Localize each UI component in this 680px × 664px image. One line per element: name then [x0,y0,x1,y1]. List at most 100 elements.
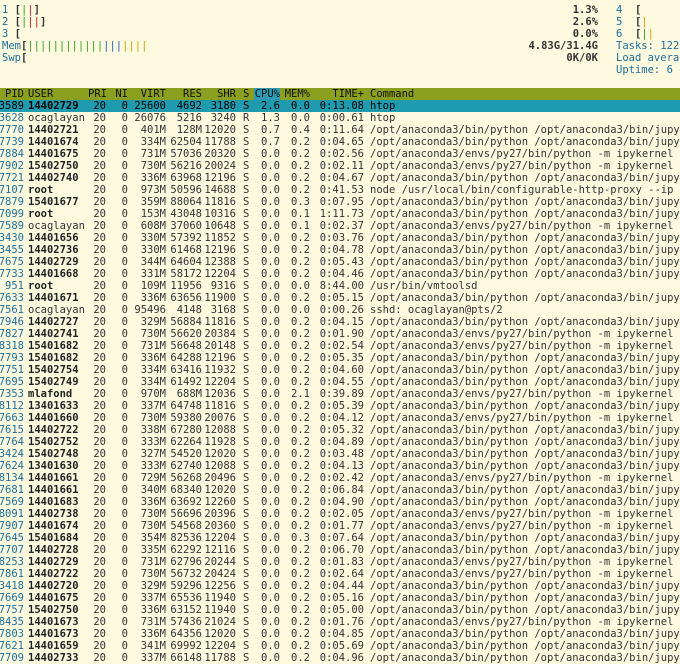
process-ni: 0 [121,268,128,280]
process-time: 0:02.11 [319,160,364,172]
process-row[interactable]: 7793 15401682 20 0 336M 64288 12196 S 0.0 0.2 0:05… [0,352,680,364]
process-row[interactable]: 7663 14401660 20 0 730M 59380 20076 S 0.0 0.2 0:04… [0,412,680,424]
process-s: S [243,256,250,268]
process-pri: 20 [93,124,106,136]
htop-terminal[interactable]: 1 [||] 1.3% 2 [|||] 2.6% 3 [ 0.0% Mem[||… [0,0,680,664]
process-row[interactable]: 3430 14401656 20 0 330M 57392 11852 S 0.0 0.2 0:03… [0,232,680,244]
process-row[interactable]: 7770 14402721 20 0 401M 128M 12020 S 0.7 0.4 0:11.… [0,124,680,136]
col-res[interactable]: RES [168,88,202,100]
col-user[interactable]: USER [28,88,53,100]
process-virt: 337M [140,592,166,604]
process-row[interactable]: 7757 15402750 20 0 336M 63152 11940 S 0.0 0.2 0:05… [0,604,680,616]
process-virt: 359M [140,196,166,208]
process-row[interactable]: 7861 14402722 20 0 730M 56732 20424 S 0.0 0.2 0:02… [0,568,680,580]
process-user: 14402738 [28,508,79,520]
process-row[interactable]: 7099 root 20 0 153M 43048 10316 S 0.0 0.1 1:11.73 /… [0,208,680,220]
col-command[interactable]: Command [370,88,414,100]
process-row[interactable]: 7721 14402740 20 0 336M 63968 12196 S 0.0 0.2 0:04… [0,172,680,184]
process-cmd: /opt/anaconda3/bin/python /opt/anaconda3… [370,196,680,208]
process-virt: 401M [140,124,166,136]
process-res: 37060 [170,220,202,232]
process-cmd: /opt/anaconda3/bin/python /opt/anaconda3… [370,424,680,436]
col-mem[interactable]: MEM% [284,88,310,100]
process-row[interactable]: 7561 ocaglayan 20 0 95496 4148 3168 S 0.0 0.0 0:00… [0,304,680,316]
process-row[interactable]: 7707 14402728 20 0 335M 62292 12116 S 0.0 0.2 0:06… [0,544,680,556]
process-pri: 20 [93,184,106,196]
process-row[interactable]: 7803 14401673 20 0 336M 64356 12020 S 0.0 0.2 0:04… [0,628,680,640]
process-s: S [243,460,250,472]
process-row[interactable]: 7107 root 20 0 973M 50596 14688 S 0.0 0.2 0:41.53 n… [0,184,680,196]
process-row[interactable]: 3424 15402748 20 0 327M 54520 12020 S 0.0 0.2 0:03… [0,448,680,460]
process-row[interactable]: 8318 15401682 20 0 731M 56648 20148 S 0.0 0.2 0:02… [0,340,680,352]
process-cmd: /opt/anaconda3/bin/python /opt/anaconda3… [370,244,680,256]
process-row[interactable]: 8134 14401661 20 0 729M 56268 20496 S 0.0 0.2 0:02… [0,472,680,484]
process-row[interactable]: 7751 15402754 20 0 334M 63416 11932 S 0.0 0.2 0:04… [0,364,680,376]
process-s: S [243,640,250,652]
process-s: S [243,436,250,448]
col-cpu-sorted[interactable]: CPU% [254,88,280,100]
process-s: S [243,280,250,292]
process-s: S [243,580,250,592]
load-average-info: Load averag [616,52,680,64]
process-row[interactable]: 7353 mlafond 20 0 970M 688M 12036 S 0.0 2.1 0:39.8… [0,388,680,400]
process-row[interactable]: 7764 15402752 20 0 333M 62264 11928 S 0.0 0.2 0:04… [0,436,680,448]
process-virt: 731M [140,340,166,352]
process-pid: 7764 [0,436,24,448]
process-shr: 20360 [204,520,236,532]
process-s: S [243,136,250,148]
col-shr[interactable]: SHR [204,88,236,100]
process-row[interactable]: 8091 14402738 20 0 730M 56696 20396 S 0.0 0.2 0:02… [0,508,680,520]
process-time: 0:06.84 [319,484,364,496]
process-row[interactable]: 3418 14402720 20 0 329M 59296 12256 S 0.0 0.2 0:04… [0,580,680,592]
process-row[interactable]: 3455 14402736 20 0 330M 61468 12196 S 0.0 0.2 0:04… [0,244,680,256]
process-row[interactable]: 7669 14401675 20 0 337M 65536 11940 S 0.0 0.2 0:05… [0,592,680,604]
process-row[interactable]: 7681 14401661 20 0 340M 68340 12020 S 0.0 0.2 0:06… [0,484,680,496]
process-row[interactable]: 3628 ocaglayan 20 0 26076 5216 3240 R 1.3 0.0 0:00… [0,112,680,124]
process-res: 56696 [170,508,202,520]
process-res: 63152 [170,604,202,616]
process-row[interactable]: 7615 14402722 20 0 338M 67280 12088 S 0.0 0.2 0:05… [0,424,680,436]
process-row[interactable]: 7902 15402750 20 0 730M 56216 20024 S 0.0 0.2 0:02… [0,160,680,172]
col-virt[interactable]: VIRT [130,88,166,100]
process-virt: 731M [140,556,166,568]
process-row[interactable]: 8253 14402729 20 0 731M 62796 20244 S 0.0 0.2 0:01… [0,556,680,568]
process-res: 56648 [170,340,202,352]
process-row[interactable]: 7907 14401674 20 0 730M 54568 20360 S 0.0 0.2 0:01… [0,520,680,532]
process-row[interactable]: 7645 15401684 20 0 354M 82536 12204 S 0.0 0.3 0:07… [0,532,680,544]
process-virt: 336M [140,628,166,640]
process-ni: 0 [121,124,128,136]
process-row[interactable]: 7621 14401659 20 0 341M 69992 12204 S 0.0 0.2 0:05… [0,640,680,652]
process-cmd: /opt/anaconda3/bin/python /opt/anaconda3… [370,292,680,304]
process-row[interactable]: 7675 14402729 20 0 344M 64604 12388 S 0.0 0.2 0:05… [0,256,680,268]
process-row[interactable]: 7884 14401675 20 0 731M 57036 20320 S 0.0 0.2 0:02… [0,148,680,160]
process-row[interactable]: 7739 14401674 20 0 334M 62504 11788 S 0.7 0.2 0:04… [0,136,680,148]
col-pid[interactable]: PID [0,88,24,100]
process-row[interactable]: 8112 13401633 20 0 337M 64748 11816 S 0.0 0.2 0:05… [0,400,680,412]
process-row[interactable]: 7624 13401630 20 0 333M 62740 12088 S 0.0 0.2 0:04… [0,460,680,472]
col-pri[interactable]: PRI [88,88,107,100]
process-row[interactable]: 7569 14401683 20 0 336M 63692 12260 S 0.0 0.2 0:04… [0,496,680,508]
process-row[interactable]: 7709 14402733 20 0 337M 66148 11788 S 0.0 0.2 0:04… [0,652,680,664]
process-row[interactable]: 7827 14402741 20 0 730M 56620 20384 S 0.0 0.2 0:01… [0,328,680,340]
col-time[interactable]: TIME+ [318,88,364,100]
process-row[interactable]: 7946 14402727 20 0 329M 56884 11816 S 0.0 0.2 0:04… [0,316,680,328]
col-ni[interactable]: NI [110,88,128,100]
process-cmd: /opt/anaconda3/envs/py27/bin/python -m i… [370,220,680,232]
process-user: 14402722 [28,424,79,436]
process-row[interactable]: 7589 ocaglayan 20 0 608M 37060 10648 S 0.0 0.1 0:0… [0,220,680,232]
col-state[interactable]: S [243,88,249,100]
process-row[interactable]: 7695 15402749 20 0 334M 61492 12204 S 0.0 0.2 0:04… [0,376,680,388]
process-s: S [243,160,250,172]
process-row[interactable]: 7633 14401671 20 0 336M 63656 11900 S 0.0 0.2 0:05… [0,292,680,304]
process-shr: 3240 [210,112,236,124]
process-row[interactable]: 7879 15401677 20 0 359M 88064 11816 S 0.0 0.3 0:07… [0,196,680,208]
process-row[interactable]: 3589 14402729 20 0 25600 4692 3180 S 2.6 0.0 0:13.… [0,100,680,112]
process-pid: 7589 [0,220,24,232]
process-row[interactable]: 7733 14401668 20 0 331M 58172 12204 S 0.0 0.2 0:04… [0,268,680,280]
process-shr: 9316 [210,280,236,292]
process-row[interactable]: 951 root 20 0 109M 11956 9316 S 0.0 0.0 8:44.00/us… [0,280,680,292]
process-res: 64288 [170,352,202,364]
process-cpu: 0.0 [261,376,280,388]
process-time: 0:05.15 [319,292,364,304]
process-row[interactable]: 8435 14401673 20 0 731M 57436 21024 S 0.0 0.2 0:01… [0,616,680,628]
